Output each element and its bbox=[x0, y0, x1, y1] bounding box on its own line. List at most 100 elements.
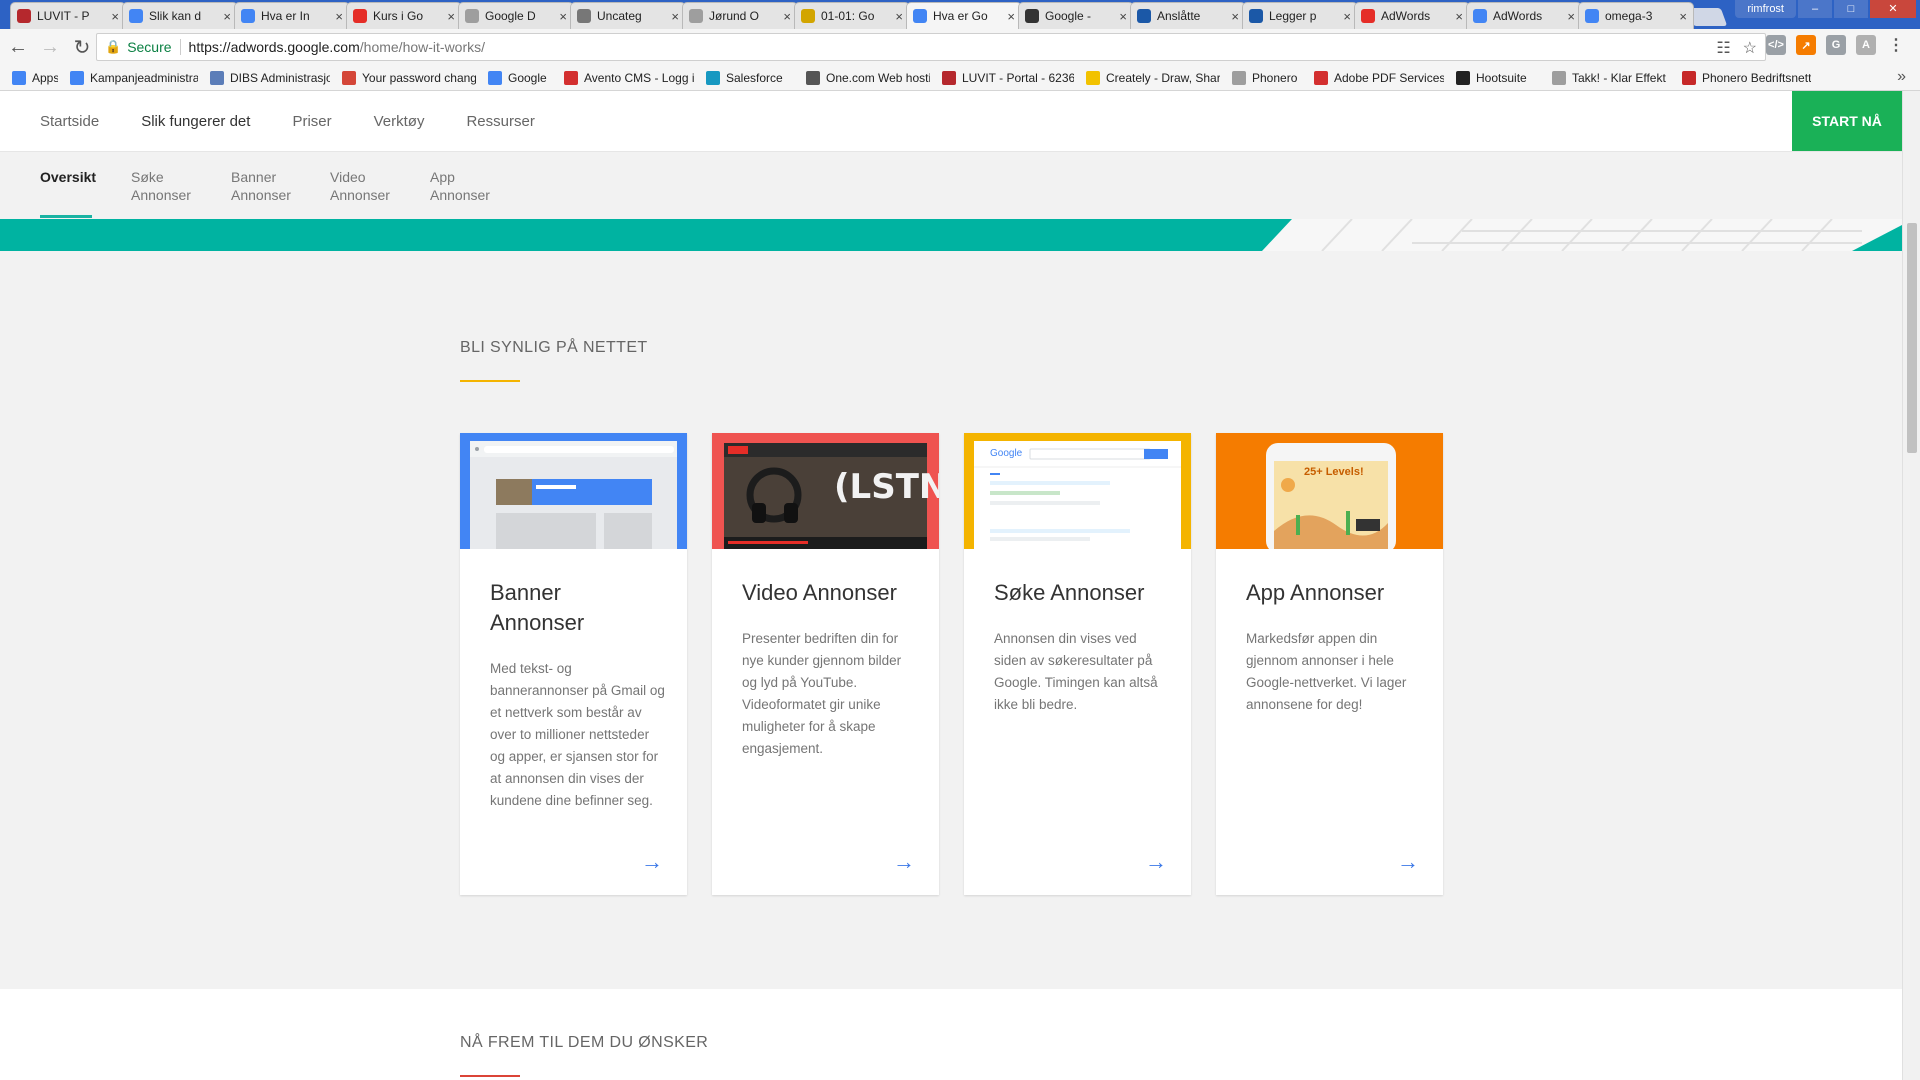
scrollbar-thumb[interactable] bbox=[1907, 223, 1917, 453]
g-extension-icon[interactable]: G bbox=[1826, 35, 1846, 55]
browser-tab[interactable]: Legger p × bbox=[1242, 2, 1358, 29]
browser-tab[interactable]: Google - × bbox=[1018, 2, 1134, 29]
start-now-button[interactable]: START NÅ bbox=[1792, 91, 1902, 151]
address-bar[interactable]: 🔒 Secure https://adwords.google.com/home… bbox=[96, 33, 1766, 61]
bookmark-item[interactable]: Hootsuite bbox=[1456, 70, 1540, 85]
forward-button[interactable]: → bbox=[36, 33, 64, 61]
section-title-bli-synlig: BLI SYNLIG PÅ NETTET bbox=[460, 339, 648, 356]
browser-tab[interactable]: Google D × bbox=[458, 2, 574, 29]
nav-startside[interactable]: Startside bbox=[40, 113, 99, 130]
bookmark-label: Apps bbox=[32, 70, 58, 85]
close-tab-icon[interactable]: × bbox=[895, 9, 903, 24]
bookmark-item[interactable]: Salesforce bbox=[706, 70, 794, 85]
browser-tab[interactable]: Anslåtte × bbox=[1130, 2, 1246, 29]
luvit-icon bbox=[17, 9, 31, 23]
card-soke-annonser[interactable]: Google Søke Annonser Annonsen din vises … bbox=[964, 433, 1191, 895]
code-extension-icon[interactable]: </> bbox=[1766, 35, 1786, 55]
browser-tab[interactable]: AdWords × bbox=[1354, 2, 1470, 29]
browser-tab[interactable]: 01-01: Go × bbox=[794, 2, 910, 29]
bookmarks-bar: Apps Kampanjeadministras DIBS Administrasj… bbox=[0, 65, 1920, 91]
chart-extension-icon[interactable]: ↗ bbox=[1796, 35, 1816, 55]
subnav-oversikt[interactable]: Oversikt bbox=[40, 168, 96, 186]
arrow-right-icon[interactable]: → bbox=[1145, 849, 1167, 875]
card-app-annonser[interactable]: 25+ Levels! App Annonser Markedsfør appe… bbox=[1216, 433, 1443, 895]
close-tab-icon[interactable]: × bbox=[447, 9, 455, 24]
browser-tab[interactable]: AdWords × bbox=[1466, 2, 1582, 29]
translate-icon[interactable]: ☷ bbox=[1716, 38, 1730, 58]
close-tab-icon[interactable]: × bbox=[1343, 9, 1351, 24]
browser-tab[interactable]: Hva er Go × bbox=[906, 2, 1022, 29]
page-icon bbox=[1552, 70, 1566, 85]
bookmark-item[interactable]: Your password chang bbox=[342, 70, 476, 85]
profile-button[interactable]: rimfrost bbox=[1735, 0, 1796, 18]
browser-tab[interactable]: omega-3 × bbox=[1578, 2, 1694, 29]
close-tab-icon[interactable]: × bbox=[1567, 9, 1575, 24]
bookmark-item[interactable]: One.com Web hostin bbox=[806, 70, 930, 85]
tab-label: 01-01: Go bbox=[821, 9, 875, 23]
close-tab-icon[interactable]: × bbox=[1119, 9, 1127, 24]
subnav-label: Annonser bbox=[131, 187, 191, 203]
card-banner-annonser[interactable]: Banner Annonser Med tekst- og banneranno… bbox=[460, 433, 687, 895]
subnav-banner-annonser[interactable]: Banner Annonser bbox=[231, 168, 291, 204]
bookmark-item[interactable]: Kampanjeadministras bbox=[70, 70, 198, 85]
bookmark-item[interactable]: Apps bbox=[12, 70, 58, 85]
bookmark-label: LUVIT - Portal - 6236 bbox=[962, 70, 1074, 85]
close-tab-icon[interactable]: × bbox=[223, 9, 231, 24]
browser-tab[interactable]: Kurs i Go × bbox=[346, 2, 462, 29]
close-tab-icon[interactable]: × bbox=[1231, 9, 1239, 24]
subnav-video-annonser[interactable]: Video Annonser bbox=[330, 168, 390, 204]
bookmarks-overflow-icon[interactable]: » bbox=[1897, 68, 1906, 86]
subnav-soke-annonser[interactable]: Søke Annonser bbox=[131, 168, 191, 204]
bookmark-item[interactable]: Avento CMS - Logg i bbox=[564, 70, 694, 85]
close-window-button[interactable]: ✕ bbox=[1870, 0, 1916, 18]
subnav-app-annonser[interactable]: App Annonser bbox=[430, 168, 490, 204]
close-tab-icon[interactable]: × bbox=[1455, 9, 1463, 24]
card-description: Annonsen din vises ved siden av søkeresu… bbox=[994, 631, 1158, 712]
close-tab-icon[interactable]: × bbox=[111, 9, 119, 24]
video-illustration: (LSTN) bbox=[712, 433, 939, 549]
nav-priser[interactable]: Priser bbox=[292, 113, 331, 130]
card-title: Video Annonser bbox=[742, 580, 897, 605]
close-tab-icon[interactable]: × bbox=[335, 9, 343, 24]
bookmark-item[interactable]: Phonero bbox=[1232, 70, 1302, 85]
close-tab-icon[interactable]: × bbox=[1007, 9, 1015, 24]
bookmark-item[interactable]: Google bbox=[488, 70, 552, 85]
bookmark-item[interactable]: Takk! - Klar Effekt bbox=[1552, 70, 1670, 85]
back-button[interactable]: ← bbox=[4, 33, 32, 61]
google-icon bbox=[129, 9, 143, 23]
bookmark-item[interactable]: DIBS Administrasjon bbox=[210, 70, 330, 85]
arrow-right-icon[interactable]: → bbox=[893, 849, 915, 875]
phone-game-illustration bbox=[1266, 443, 1396, 549]
minimize-button[interactable]: – bbox=[1798, 0, 1832, 18]
maximize-button[interactable]: □ bbox=[1834, 0, 1868, 18]
page-icon bbox=[689, 9, 703, 23]
page-scrollbar[interactable] bbox=[1902, 91, 1920, 1080]
adwords-icon bbox=[913, 9, 927, 23]
bookmark-item[interactable]: LUVIT - Portal - 6236 bbox=[942, 70, 1074, 85]
close-tab-icon[interactable]: × bbox=[559, 9, 567, 24]
bookmark-item[interactable]: Adobe PDF Services bbox=[1314, 70, 1444, 85]
browser-tab[interactable]: LUVIT - P × bbox=[10, 2, 126, 29]
arrow-right-icon[interactable]: → bbox=[1397, 849, 1419, 875]
browser-tab[interactable]: Uncateg × bbox=[570, 2, 686, 29]
video-text: (LSTN) bbox=[834, 467, 939, 507]
browser-tab[interactable]: Hva er In × bbox=[234, 2, 350, 29]
bookmark-item[interactable]: Phonero Bedriftsnett bbox=[1682, 70, 1822, 85]
close-tab-icon[interactable]: × bbox=[671, 9, 679, 24]
star-icon[interactable]: ☆ bbox=[1743, 38, 1757, 58]
arrow-right-icon[interactable]: → bbox=[641, 849, 663, 875]
subnav-label: Søke bbox=[131, 169, 164, 185]
nav-slik-fungerer-det[interactable]: Slik fungerer det bbox=[141, 113, 250, 130]
avento-icon bbox=[564, 70, 578, 85]
browser-tab[interactable]: Jørund O × bbox=[682, 2, 798, 29]
menu-icon[interactable]: ⋮ bbox=[1886, 35, 1906, 55]
pdf-extension-icon[interactable]: A bbox=[1856, 35, 1876, 55]
bookmark-item[interactable]: Creately - Draw, Shar bbox=[1086, 70, 1220, 85]
nav-ressurser[interactable]: Ressurser bbox=[466, 113, 534, 130]
close-tab-icon[interactable]: × bbox=[783, 9, 791, 24]
reload-button[interactable]: ↻ bbox=[68, 33, 96, 61]
nav-verktoy[interactable]: Verktøy bbox=[374, 113, 425, 130]
card-video-annonser[interactable]: (LSTN) Video Annonser Presenter bedrifte… bbox=[712, 433, 939, 895]
close-tab-icon[interactable]: × bbox=[1679, 9, 1687, 24]
browser-tab[interactable]: Slik kan d × bbox=[122, 2, 238, 29]
